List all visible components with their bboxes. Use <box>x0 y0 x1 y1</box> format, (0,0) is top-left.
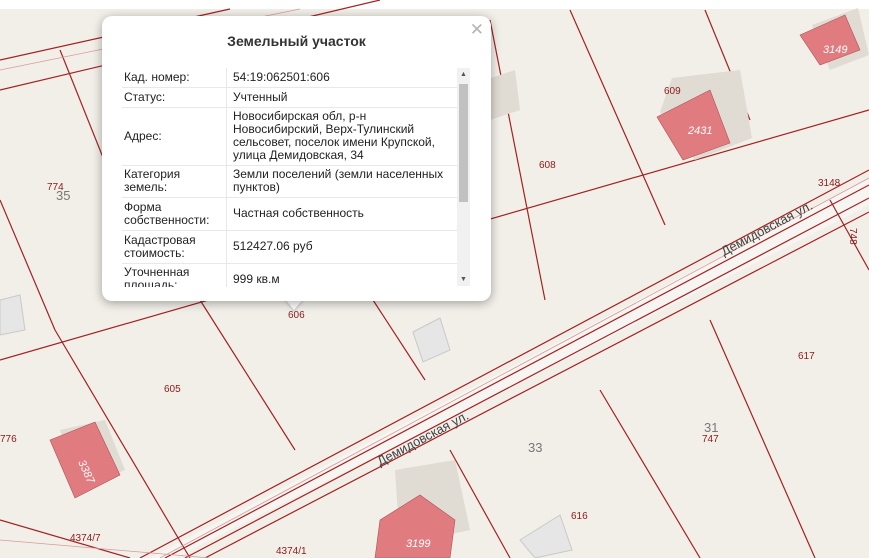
parcel-label-4374-1: 4374/1 <box>276 546 307 557</box>
parcel-label-748: 748 <box>847 228 858 245</box>
row-value: Учтенный <box>226 87 457 108</box>
table-row: Категория земель: Земли поселений (земли… <box>122 165 457 198</box>
popup-scrollbar[interactable]: ▲ ▼ <box>457 68 470 286</box>
parcel-label-776: 776 <box>0 434 17 445</box>
row-value: 512427.06 руб <box>226 230 457 264</box>
parcel-label-3148: 3148 <box>818 178 841 189</box>
row-key: Адрес: <box>122 107 227 166</box>
building-label-2431: 2431 <box>687 125 712 137</box>
parcel-label-4374-7: 4374/7 <box>70 533 101 544</box>
row-value: Частная собственность <box>226 197 457 231</box>
parcel-label-617: 617 <box>798 351 815 362</box>
scroll-up-arrow-icon[interactable]: ▲ <box>457 68 470 81</box>
row-key: Форма собственности: <box>122 197 227 231</box>
building-label-3199: 3199 <box>406 538 430 550</box>
table-row: Адрес: Новосибирская обл, р-н Новосибирс… <box>122 107 457 166</box>
table-row: Кад. номер: 54:19:062501:606 <box>122 68 457 88</box>
row-value: 54:19:062501:606 <box>226 68 457 88</box>
table-row: Кадастровая стоимость: 512427.06 руб <box>122 230 457 264</box>
map-top-strip <box>0 0 869 9</box>
parcel-label-747: 747 <box>702 434 719 445</box>
popup-title: Земельный участок <box>227 33 366 49</box>
parcel-label-616: 616 <box>571 511 588 522</box>
attributes-table-container[interactable]: Кад. номер: 54:19:062501:606 Статус: Учт… <box>122 68 457 287</box>
scroll-down-arrow-icon[interactable]: ▼ <box>457 273 470 286</box>
parcel-label-605: 605 <box>164 384 181 395</box>
close-icon[interactable]: ✕ <box>470 20 484 40</box>
house-number-35: 35 <box>56 188 70 203</box>
house-number-31: 31 <box>704 420 718 435</box>
table-row: Форма собственности: Частная собственнос… <box>122 197 457 231</box>
table-row: Статус: Учтенный <box>122 87 457 108</box>
parcel-label-606: 606 <box>288 310 305 321</box>
row-value: 999 кв.м <box>226 263 457 287</box>
parcel-label-608: 608 <box>539 160 556 171</box>
parcel-label-609: 609 <box>664 86 681 97</box>
row-key: Категория земель: <box>122 165 227 198</box>
attributes-table: Кад. номер: 54:19:062501:606 Статус: Учт… <box>122 68 457 287</box>
building-label-3149: 3149 <box>823 44 847 56</box>
row-value: Новосибирская обл, р-н Новосибирский, Ве… <box>226 107 457 166</box>
parcel-info-popup: Земельный участок ✕ Кад. номер: 54:19:06… <box>102 16 491 301</box>
row-key: Уточненная площадь: <box>122 263 227 287</box>
row-value: Земли поселений (земли населенных пункто… <box>226 165 457 198</box>
row-key: Статус: <box>122 87 227 108</box>
table-row: Уточненная площадь: 999 кв.м <box>122 263 457 287</box>
row-key: Кад. номер: <box>122 68 227 88</box>
row-key: Кадастровая стоимость: <box>122 230 227 264</box>
scroll-thumb[interactable] <box>459 84 468 202</box>
house-number-33: 33 <box>528 440 542 455</box>
